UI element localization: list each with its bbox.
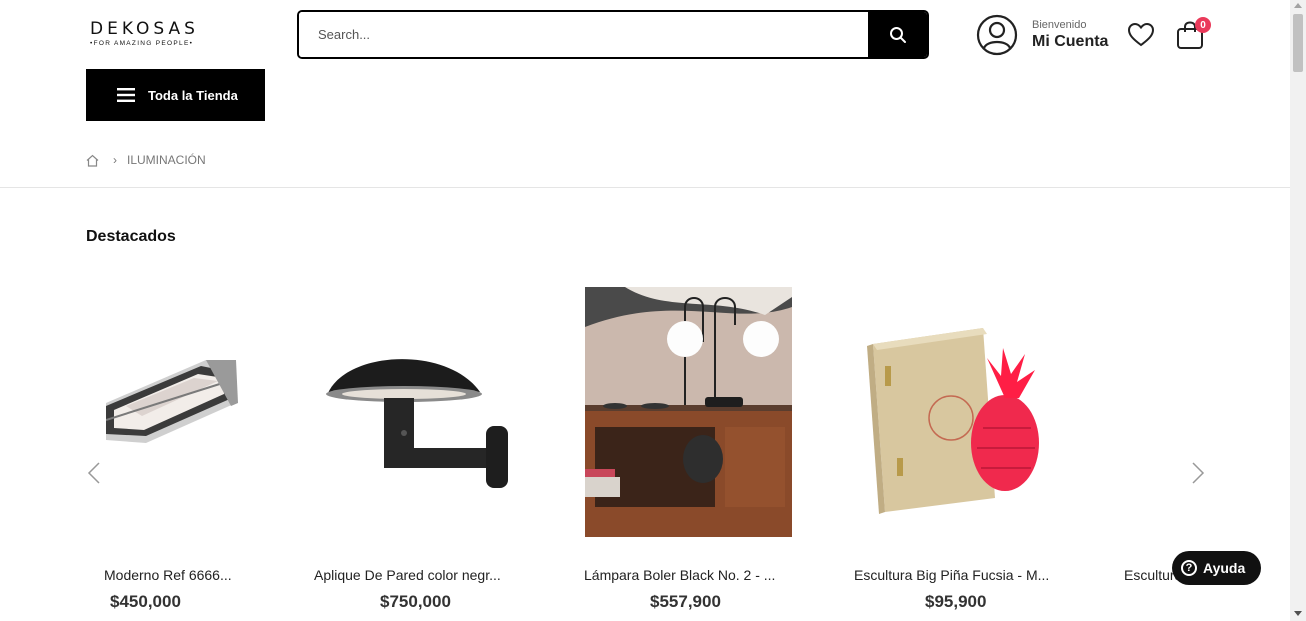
product-name-4[interactable]: Escultura Big Piña Fucsia - M... — [854, 567, 1069, 583]
help-button[interactable]: ? Ayuda — [1172, 551, 1261, 585]
product-name-1[interactable]: Moderno Ref 6666... — [104, 567, 319, 583]
product-name-3[interactable]: Lámpara Boler Black No. 2 - ... — [584, 567, 799, 583]
cart-count-badge: 0 — [1195, 17, 1211, 33]
help-label: Ayuda — [1203, 560, 1246, 576]
search-icon — [889, 26, 906, 43]
chevron-left-icon[interactable] — [85, 461, 103, 485]
logo-tagline: •FOR AMAZING PEOPLE• — [90, 40, 194, 47]
home-icon[interactable] — [86, 154, 99, 167]
page: DEKOSAS •FOR AMAZING PEOPLE• Bienvenido … — [0, 0, 1306, 621]
search-input[interactable] — [299, 12, 868, 57]
product-price-1: $450,000 — [110, 592, 181, 611]
search-bar — [297, 10, 929, 59]
product-image-2[interactable] — [318, 288, 526, 538]
account-link[interactable]: Bienvenido Mi Cuenta — [976, 14, 1108, 56]
heart-icon[interactable] — [1127, 22, 1155, 48]
all-store-button[interactable]: Toda la Tienda — [86, 69, 265, 121]
hamburger-icon — [117, 88, 135, 102]
product-price-3: $557,900 — [650, 592, 721, 611]
chevron-right-icon[interactable] — [1189, 461, 1207, 485]
breadcrumb-separator: › — [113, 153, 117, 167]
search-button[interactable] — [868, 12, 927, 57]
question-icon: ? — [1181, 560, 1197, 576]
product-image-4[interactable] — [855, 288, 1063, 538]
all-store-label: Toda la Tienda — [148, 87, 238, 103]
header-divider — [0, 187, 1290, 188]
section-title: Destacados — [86, 228, 176, 245]
vertical-scrollbar[interactable] — [1290, 0, 1306, 621]
user-icon — [976, 14, 1018, 56]
scroll-up-arrow[interactable] — [1294, 3, 1302, 8]
account-label: Mi Cuenta — [1032, 32, 1109, 50]
product-price-4: $95,900 — [925, 592, 987, 611]
product-name-2[interactable]: Aplique De Pared color negr... — [314, 567, 529, 583]
scroll-down-arrow[interactable] — [1294, 611, 1302, 616]
breadcrumb: › ILUMINACIÓN — [86, 153, 206, 167]
product-price-2: $750,000 — [380, 592, 451, 611]
product-image-3[interactable] — [585, 287, 792, 537]
logo-wordmark: DEKOSAS — [90, 19, 199, 39]
product-image-1[interactable] — [106, 288, 314, 538]
scroll-thumb[interactable] — [1293, 14, 1303, 72]
welcome-text: Bienvenido — [1032, 18, 1087, 31]
site-logo[interactable]: DEKOSAS •FOR AMAZING PEOPLE• — [90, 20, 199, 47]
breadcrumb-current: ILUMINACIÓN — [127, 153, 206, 167]
